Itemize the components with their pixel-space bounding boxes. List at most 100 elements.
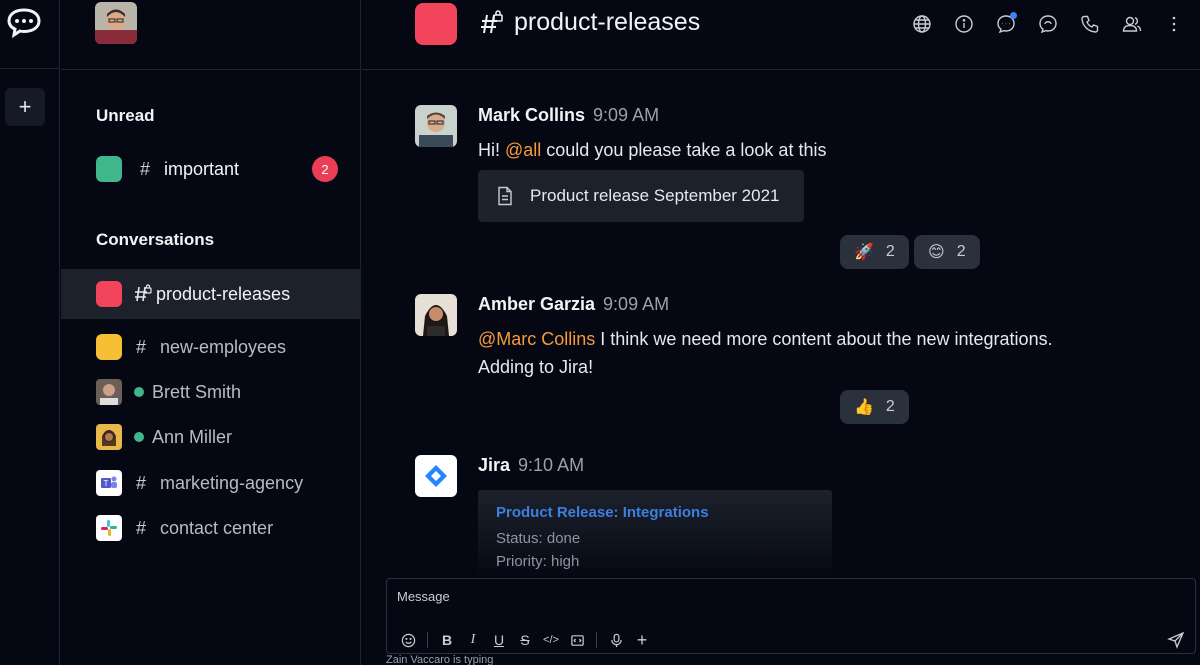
- notification-dot: [1010, 12, 1017, 19]
- send-icon[interactable]: [1167, 631, 1185, 649]
- room-avatar: [96, 156, 122, 182]
- code-icon[interactable]: </>: [538, 629, 564, 651]
- file-name: Product release September 2021: [530, 186, 780, 205]
- message-composer: B I U S </> +: [386, 578, 1196, 654]
- reaction-smile[interactable]: 😊 2: [914, 235, 980, 269]
- main-panel: product-releases Mark Collins 9:09 AM Hi…: [362, 0, 1200, 665]
- smile-icon: 😊: [928, 244, 945, 261]
- sidebar-item-brett-smith[interactable]: Brett Smith: [61, 367, 361, 417]
- reaction-count: 2: [956, 243, 966, 260]
- room-avatar[interactable]: [415, 3, 457, 45]
- bold-icon[interactable]: B: [434, 629, 460, 651]
- toolbar-divider: [596, 632, 597, 648]
- room-title: product-releases: [480, 8, 700, 37]
- message-input[interactable]: [397, 589, 1157, 604]
- unread-badge: 2: [312, 156, 338, 182]
- conversations-section-title: Conversations: [96, 230, 215, 249]
- message-header: Jira 9:10 AM: [478, 455, 584, 476]
- sidebar-item-important[interactable]: # important 2: [61, 144, 361, 194]
- sidebar-item-product-releases[interactable]: product-releases: [61, 269, 361, 319]
- members-icon[interactable]: [1118, 10, 1146, 38]
- underline-icon[interactable]: U: [486, 629, 512, 651]
- unread-section-title: Unread: [96, 106, 155, 125]
- discussion-icon[interactable]: [1034, 10, 1062, 38]
- mention-link[interactable]: @Marc Collins: [478, 329, 595, 349]
- private-channel-icon: [135, 284, 152, 302]
- sidebar-item-label: contact center: [160, 517, 274, 538]
- slack-app-icon: [96, 515, 122, 541]
- user-avatar[interactable]: [95, 2, 137, 44]
- jira-avatar[interactable]: [415, 455, 457, 497]
- author-avatar[interactable]: [415, 294, 457, 336]
- info-icon[interactable]: [950, 10, 978, 38]
- sidebar-item-label: product-releases: [156, 283, 291, 304]
- issue-title-link[interactable]: Product Release: Integrations: [496, 504, 814, 521]
- reaction-thumbs-up[interactable]: 👍 2: [840, 390, 909, 424]
- jira-icon: [425, 465, 447, 487]
- sidebar-header: [61, 0, 360, 70]
- message-header: Amber Garzia 9:09 AM: [478, 294, 669, 315]
- reaction-count: 2: [885, 398, 895, 415]
- message-time: 9:10 AM: [518, 455, 585, 475]
- room-avatar: [96, 281, 122, 307]
- kebab-menu-icon[interactable]: [1160, 10, 1188, 38]
- jira-issue-card[interactable]: Product Release: Integrations Status: do…: [478, 490, 832, 580]
- code-block-icon[interactable]: [564, 629, 590, 651]
- message-header: Mark Collins 9:09 AM: [478, 105, 659, 126]
- italic-icon[interactable]: I: [460, 629, 486, 651]
- hash-icon: #: [136, 517, 147, 538]
- threads-icon[interactable]: [992, 10, 1020, 38]
- sidebar-item-label: Ann Miller: [152, 426, 233, 447]
- message-text: Hi! @all could you please take a look at…: [478, 140, 827, 160]
- message-time: 9:09 AM: [603, 294, 670, 314]
- author-name[interactable]: Mark Collins: [478, 105, 585, 125]
- add-workspace-button[interactable]: +: [5, 88, 45, 126]
- sidebar-item-label: Brett Smith: [152, 381, 242, 402]
- sidebar-item-ann-miller[interactable]: Ann Miller: [61, 412, 361, 462]
- sidebar-item-label: new-employees: [160, 336, 287, 357]
- sidebar-item-label: marketing-agency: [160, 472, 304, 493]
- contact-avatar: [96, 424, 122, 450]
- svg-text:T: T: [104, 479, 109, 488]
- author-name[interactable]: Amber Garzia: [478, 294, 595, 314]
- file-attachment[interactable]: Product release September 2021: [478, 170, 804, 222]
- strikethrough-icon[interactable]: S: [512, 629, 538, 651]
- user-avatar-image: [95, 2, 137, 44]
- sidebar-item-new-employees[interactable]: # new-employees: [61, 322, 361, 372]
- sidebar-item-contact-center[interactable]: # contact center: [61, 503, 361, 553]
- online-status-icon: [134, 432, 144, 442]
- private-channel-icon: [481, 9, 503, 33]
- rocket-chat-logo-icon[interactable]: [6, 6, 42, 38]
- microphone-icon[interactable]: [603, 629, 629, 651]
- typing-indicator: Zain Vaccaro is typing: [386, 654, 494, 665]
- reaction-rocket[interactable]: 🚀 2: [840, 235, 909, 269]
- composer-toolbar: B I U S </> +: [395, 629, 655, 651]
- toolbar-divider: [427, 632, 428, 648]
- workspace-rail: +: [0, 0, 60, 665]
- mention-link[interactable]: @all: [505, 140, 541, 160]
- file-icon: [498, 186, 512, 206]
- rail-divider: [0, 68, 60, 69]
- issue-status: Status: done: [496, 530, 581, 547]
- sidebar: Unread # important 2 Conversations produ…: [61, 0, 361, 665]
- room-title-text: product-releases: [514, 8, 701, 36]
- globe-icon[interactable]: [908, 10, 936, 38]
- phone-icon[interactable]: [1076, 10, 1104, 38]
- plus-icon[interactable]: +: [629, 629, 655, 651]
- thumbs-up-icon: 👍: [854, 399, 874, 416]
- author-avatar[interactable]: [415, 105, 457, 147]
- hash-icon: #: [140, 158, 151, 179]
- author-name[interactable]: Jira: [478, 455, 510, 475]
- header-toolbar: [908, 10, 1188, 38]
- issue-priority: Priority: high: [496, 553, 580, 570]
- room-header: product-releases: [362, 0, 1200, 70]
- rocket-icon: 🚀: [854, 244, 874, 261]
- emoji-icon[interactable]: [395, 629, 421, 651]
- reaction-count: 2: [885, 243, 895, 260]
- contact-avatar: [96, 379, 122, 405]
- sidebar-item-label: important: [164, 158, 240, 179]
- message-text-line-2: Adding to Jira!: [478, 357, 594, 377]
- message-text: @Marc Collins I think we need more conte…: [478, 329, 1053, 349]
- sidebar-item-marketing-agency[interactable]: T # marketing-agency: [61, 458, 361, 508]
- online-status-icon: [134, 387, 144, 397]
